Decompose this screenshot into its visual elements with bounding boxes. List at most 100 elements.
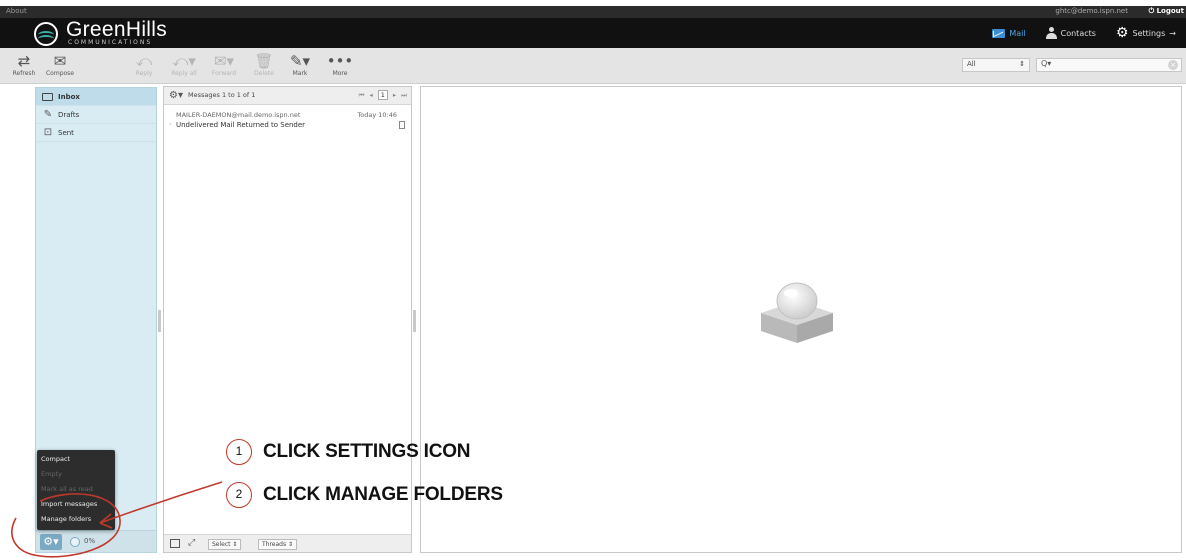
folder-pane-footer: ⚙▾ 0%	[36, 530, 156, 552]
step-number: 1	[226, 439, 252, 465]
clear-search-icon[interactable]: ×	[1168, 60, 1178, 70]
prev-page-icon[interactable]: ◂	[369, 91, 372, 99]
reply-all-button[interactable]: ⤺▾ Reply all	[164, 52, 204, 77]
folder-sent[interactable]: ⊡ Sent	[36, 124, 156, 142]
menu-item-empty[interactable]: Empty	[37, 467, 115, 482]
mail-toolbar: ⇄ Refresh ✉ Compose ⤺ Reply ⤺▾ Reply all…	[0, 48, 1186, 84]
refresh-icon: ⇄	[17, 52, 31, 70]
select-arrows-icon: ⇕	[1019, 60, 1025, 68]
message-date: Today 10:46	[357, 111, 397, 119]
message-from: MAILER-DAEMON@mail.demo.ispn.net	[176, 111, 301, 119]
list-options-gear-icon[interactable]: ⚙▾	[169, 90, 183, 101]
forward-icon: ✉▾	[213, 52, 235, 70]
about-link[interactable]: About	[6, 7, 27, 15]
compose-label: Compose	[45, 70, 74, 77]
reply-all-icon: ⤺▾	[172, 52, 196, 70]
preview-pane	[420, 86, 1182, 553]
more-dots-icon: •••	[326, 52, 354, 70]
more-button[interactable]: ••• More	[320, 52, 360, 77]
message-subject: Undelivered Mail Returned to Sender	[176, 121, 306, 129]
settings-arrow-icon: →	[1169, 28, 1176, 38]
nav-settings-label: Settings	[1132, 28, 1166, 38]
first-page-icon[interactable]: ⏮	[359, 91, 365, 100]
reply-icon: ⤺	[135, 52, 153, 70]
top-info-bar: About ghtc@demo.ispn.net ⏻ Logout	[0, 6, 1186, 18]
settings-icon: ⚙	[1115, 25, 1129, 41]
threads-label: Threads	[262, 541, 287, 548]
greenhills-logo-icon	[34, 22, 58, 46]
menu-item-manage-folders[interactable]: Manage folders	[37, 512, 115, 527]
select-dropdown[interactable]: Select ⇕	[208, 539, 242, 550]
brand-subtitle: COMMUNICATIONS	[68, 39, 153, 46]
more-label: More	[332, 70, 348, 77]
nav-settings[interactable]: ⚙ Settings →	[1106, 18, 1186, 48]
roundcube-watermark-icon	[761, 282, 833, 343]
reply-button[interactable]: ⤺ Reply	[124, 52, 164, 77]
folder-pane-splitter[interactable]	[158, 310, 161, 332]
folder-actions-menu: Compact Empty Mark all as read Import me…	[37, 450, 115, 530]
compose-button[interactable]: ✉ Compose	[40, 52, 80, 77]
nav-contacts[interactable]: Contacts	[1036, 18, 1106, 48]
pager: ⏮ ◂ 1 ▸ ⏭	[359, 90, 407, 100]
expand-threads-icon[interactable]: ⤢	[188, 538, 195, 548]
refresh-label: Refresh	[12, 70, 36, 77]
filter-select[interactable]: All ⇕	[962, 58, 1030, 72]
nav-mail[interactable]: Mail	[982, 18, 1035, 48]
message-count: Messages 1 to 1 of 1	[188, 91, 256, 99]
annotation-step-1: 1 CLICK SETTINGS ICON	[226, 439, 471, 465]
page-number[interactable]: 1	[377, 90, 388, 100]
user-email: ghtc@demo.ispn.net	[1055, 7, 1128, 15]
threads-dropdown[interactable]: Threads ⇕	[258, 539, 298, 550]
sent-icon: ⊡	[43, 127, 53, 138]
folder-inbox[interactable]: Inbox	[36, 88, 156, 106]
filter-value: All	[967, 60, 976, 68]
compose-icon: ✉	[53, 52, 67, 70]
menu-item-mark-all-read[interactable]: Mark all as read	[37, 482, 115, 497]
list-view-icon[interactable]	[170, 539, 180, 548]
trash-icon: 🗑	[254, 52, 274, 70]
nav-mail-label: Mail	[1009, 28, 1026, 38]
reply-all-label: Reply all	[171, 70, 197, 77]
page: About ghtc@demo.ispn.net ⏻ Logout GreenH…	[0, 0, 1186, 560]
search-options-icon[interactable]: Q▾	[1041, 59, 1051, 68]
search-input[interactable]: Q▾ ×	[1036, 58, 1182, 72]
quota-percentage: 0%	[84, 537, 96, 545]
folder-settings-gear-icon[interactable]: ⚙▾	[40, 534, 62, 550]
nav-contacts-label: Contacts	[1060, 28, 1096, 38]
main-nav: Mail Contacts ⚙ Settings →	[982, 18, 1186, 48]
drafts-pencil-icon: ✎	[43, 109, 53, 120]
annotation-step-2: 2 CLICK MANAGE FOLDERS	[226, 482, 503, 508]
mail-icon	[992, 28, 1006, 38]
folder-drafts[interactable]: ✎ Drafts	[36, 106, 156, 124]
reply-label: Reply	[135, 70, 153, 77]
mark-button[interactable]: ✎▾ Mark	[280, 52, 320, 77]
list-pane-splitter[interactable]	[413, 310, 416, 332]
message-row[interactable]: MAILER-DAEMON@mail.demo.ispn.net Today 1…	[164, 107, 411, 133]
folder-drafts-label: Drafts	[58, 111, 80, 119]
next-page-icon[interactable]: ▸	[393, 91, 396, 99]
step-number: 2	[226, 482, 252, 508]
step-text: CLICK SETTINGS ICON	[263, 441, 471, 462]
contacts-icon	[1045, 27, 1057, 39]
logout-label: Logout	[1156, 7, 1184, 15]
menu-item-compact[interactable]: Compact	[37, 452, 115, 467]
folder-sent-label: Sent	[58, 129, 74, 137]
app-header: GreenHills COMMUNICATIONS Mail Contacts …	[0, 18, 1186, 48]
inbox-icon	[42, 93, 53, 101]
delete-label: Delete	[254, 70, 274, 77]
quota-circle-icon	[70, 537, 80, 547]
forward-label: Forward	[211, 70, 237, 77]
folder-inbox-label: Inbox	[58, 93, 80, 101]
forward-button[interactable]: ✉▾ Forward	[204, 52, 244, 77]
mark-label: Mark	[292, 70, 308, 77]
attachment-icon	[399, 121, 405, 129]
select-label: Select	[212, 541, 231, 548]
step-text: CLICK MANAGE FOLDERS	[263, 484, 503, 505]
logout-link[interactable]: ⏻ Logout	[1149, 7, 1184, 16]
refresh-button[interactable]: ⇄ Refresh	[4, 52, 44, 77]
message-list-header: ⚙▾ Messages 1 to 1 of 1 ⏮ ◂ 1 ▸ ⏭	[164, 87, 411, 105]
message-list-footer: ⤢ Select ⇕ Threads ⇕	[164, 534, 411, 552]
last-page-icon[interactable]: ⏭	[401, 91, 407, 100]
delete-button[interactable]: 🗑 Delete	[244, 52, 284, 77]
menu-item-import-messages[interactable]: Import messages	[37, 497, 115, 512]
